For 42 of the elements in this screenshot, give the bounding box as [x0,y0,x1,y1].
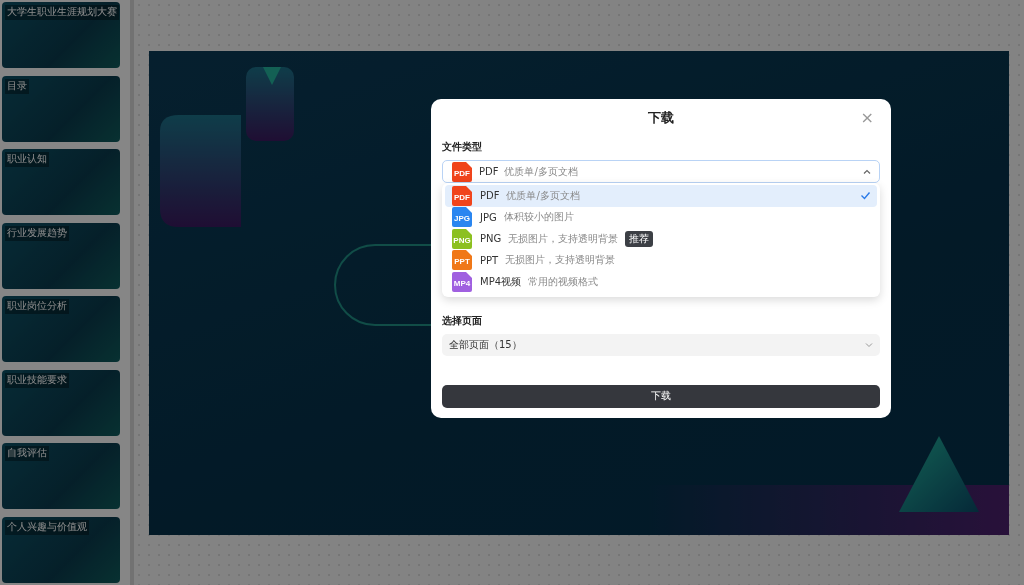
format-name: PDF [479,166,499,177]
recommend-badge: 推荐 [625,230,654,247]
caret-icon [865,340,873,349]
format-option[interactable]: PPT PPT 无损图片，支持透明背景 [445,249,877,271]
format-option[interactable]: PNG PNG 无损图片，支持透明背景 推荐 [445,228,877,250]
format-description: 常用的视频格式 [528,274,599,289]
file-icon: PDF [451,185,473,206]
format-description: 优质单/多页文档 [506,188,580,203]
page-select[interactable]: 全部页面（15） [442,333,880,356]
format-name: MP4视频 [480,274,522,289]
select-value: 全部页面（15） [449,337,522,352]
field-label: 文件类型 [442,140,483,154]
dialog-title: 下载 [648,109,674,127]
format-name: JPG [480,211,497,223]
file-icon: PDF [451,161,473,182]
format-option[interactable]: JPG JPG 体积较小的图片 [445,206,877,228]
field-label: 选择页面 [442,313,483,328]
format-name: PPT [480,254,499,266]
format-name: PDF [480,190,500,202]
format-description: 体积较小的图片 [503,210,574,225]
check-icon [860,190,871,202]
slide-thumbnail[interactable]: 行业发展趋势 [2,222,120,289]
slide-thumbnail[interactable]: 自我评估 [2,443,120,509]
file-icon: MP4 [451,271,473,292]
file-icon: JPG [451,207,473,228]
format-option[interactable]: PDF PDF 优质单/多页文档 [445,185,877,207]
slide-thumbnail[interactable]: 个人兴趣与价值观 [2,516,120,583]
format-option[interactable]: MP4 MP4视频 常用的视频格式 [445,271,877,293]
format-description: 无损图片，支持透明背景 [508,231,619,246]
slide-thumbnail[interactable]: 职业认知 [2,149,120,215]
file-icon: PNG [451,228,473,249]
format-name: PNG [480,233,502,245]
slide-thumbnail[interactable]: 大学生职业生涯规划大赛 [2,2,120,68]
slide-thumbnail[interactable]: 职业岗位分析 [2,296,120,362]
file-type-select[interactable]: PDF PDF 优质单/多页文档 [442,160,880,183]
download-button[interactable]: 下载 [442,384,880,408]
file-icon: PPT [451,250,473,271]
caret-icon [863,167,871,176]
slide-thumbnail[interactable]: 目录 [2,75,120,142]
slide-thumbnail[interactable]: 职业技能要求 [2,369,120,436]
format-description: 优质单/多页文档 [504,164,578,179]
format-description: 无损图片，支持透明背景 [505,253,616,268]
